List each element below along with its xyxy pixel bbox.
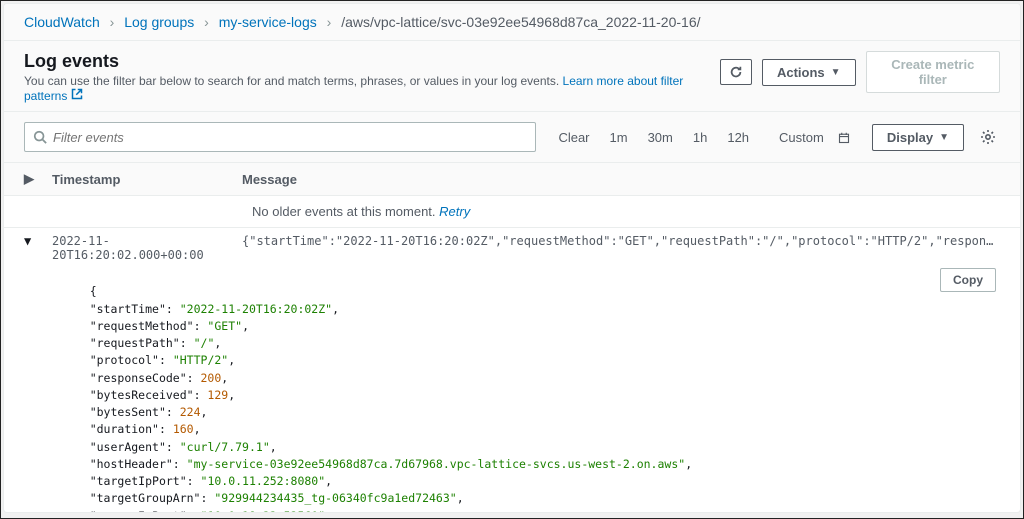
caret-down-icon: ▼ (939, 132, 949, 143)
breadcrumb-current: /aws/vpc-lattice/svc-03e92ee54968d87ca_2… (341, 14, 700, 30)
range-12h[interactable]: 12h (717, 124, 759, 151)
expand-toggle[interactable]: ▼ (24, 234, 52, 248)
refresh-button[interactable] (720, 59, 752, 85)
range-1m[interactable]: 1m (600, 124, 638, 151)
search-icon (33, 130, 47, 144)
chevron-icon: › (327, 14, 332, 30)
external-link-icon (71, 88, 83, 103)
actions-button[interactable]: Actions▼ (762, 59, 856, 86)
col-message: Message (242, 172, 1000, 187)
log-event-row: ▼ 2022-11-20T16:20:02.000+00:00 {"startT… (4, 228, 1020, 262)
refresh-icon (729, 65, 743, 79)
range-30m[interactable]: 30m (638, 124, 683, 151)
event-preview: {"startTime":"2022-11-20T16:20:02Z","req… (242, 234, 1000, 248)
col-timestamp: Timestamp (52, 172, 242, 187)
retry-link[interactable]: Retry (439, 204, 470, 219)
breadcrumb-link-log-groups[interactable]: Log groups (124, 14, 194, 30)
event-expanded-body: Copy{ "startTime": "2022-11-20T16:20:02Z… (4, 262, 1020, 512)
chevron-icon: › (110, 14, 115, 30)
page-subtitle: You can use the filter bar below to sear… (24, 74, 720, 103)
copy-button[interactable]: Copy (940, 268, 996, 292)
breadcrumb-link-group[interactable]: my-service-logs (219, 14, 317, 30)
breadcrumb-link-cloudwatch[interactable]: CloudWatch (24, 14, 100, 30)
display-button[interactable]: Display▼ (872, 124, 964, 151)
expand-all-toggle[interactable]: ▶ (24, 171, 52, 187)
range-1h[interactable]: 1h (683, 124, 717, 151)
calendar-icon (838, 132, 850, 144)
no-older-row: No older events at this moment. Retry (4, 196, 1020, 228)
caret-down-icon: ▼ (831, 67, 841, 78)
search-input[interactable] (47, 126, 527, 149)
chevron-icon: › (204, 14, 209, 30)
settings-button[interactable] (976, 125, 1000, 149)
gear-icon (980, 129, 996, 145)
search-input-wrap[interactable] (24, 122, 536, 152)
time-range-group: Clear 1m 30m 1h 12h Custom (548, 124, 859, 151)
clear-range[interactable]: Clear (548, 124, 599, 151)
table-header: ▶ Timestamp Message (4, 163, 1020, 196)
event-timestamp: 2022-11-20T16:20:02.000+00:00 (52, 234, 242, 262)
create-metric-filter-button: Create metric filter (866, 51, 1000, 93)
breadcrumb: CloudWatch › Log groups › my-service-log… (4, 4, 1020, 41)
range-custom[interactable]: Custom (759, 124, 860, 151)
page-title: Log events (24, 51, 720, 72)
